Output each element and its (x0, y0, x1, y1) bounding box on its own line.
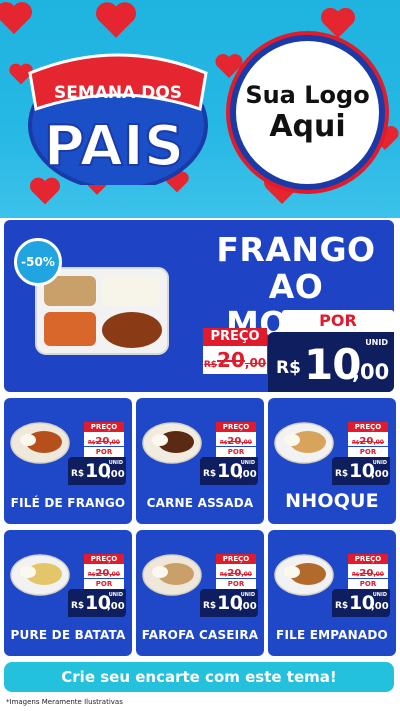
product-name: FILÉ DE FRANGO (10, 496, 126, 510)
old-price: R$20,00 (348, 564, 388, 579)
product-name: NHOQUE (285, 490, 379, 512)
product-card[interactable]: PREÇO R$20,00 POR R$ 10,00 UNID CARNE ASSADA (136, 398, 264, 524)
product-card[interactable]: PREÇO R$20,00 POR R$ 10,00 UNID FAROFA CASEIRA (136, 530, 264, 656)
currency: R$ (335, 469, 349, 479)
old-currency: R$ (203, 360, 218, 370)
preco-label: PREÇO (216, 554, 256, 564)
price-cents: ,00 (107, 469, 125, 480)
plate-icon (274, 422, 334, 464)
new-price: R$ 10,00 UNID (200, 457, 258, 485)
preco-label: PREÇO (216, 422, 256, 432)
product-card[interactable]: PREÇO R$20,00 POR R$ 10,00 UNID FILE EMPANADO (268, 530, 396, 656)
discount-badge: -50% (14, 238, 62, 286)
badge-line2: PAIS (44, 114, 184, 179)
logo-line2: Aqui (269, 108, 346, 144)
product-name: FAROFA CASEIRA (141, 628, 259, 642)
plate-icon (274, 554, 334, 596)
new-price: R$ 10,00 UNID (200, 589, 258, 617)
old-price-cents: ,00 (241, 439, 252, 446)
header-banner: SEMANA DOS PAIS Sua Logo Aqui (0, 0, 400, 218)
disclaimer-note: *Imagens Meramente Ilustrativas (6, 698, 123, 706)
new-price: R$ 10,00 UNID (332, 457, 390, 485)
old-price-cents: ,00 (244, 356, 267, 370)
badge-line1: SEMANA DOS (54, 83, 182, 103)
currency: R$ (203, 469, 217, 479)
plate-icon (10, 554, 70, 596)
plate-icon (142, 554, 202, 596)
preco-label: PREÇO (84, 554, 124, 564)
product-card[interactable]: PREÇO R$20,00 POR R$ 10,00 UNID NHOQUE (268, 398, 396, 524)
preco-label: PREÇO (84, 422, 124, 432)
old-price-cents: ,00 (373, 571, 384, 578)
new-price: R$ 10 ,00 UNID (268, 332, 394, 392)
currency: R$ (203, 601, 217, 611)
old-price-cents: ,00 (109, 439, 120, 446)
preco-label: PREÇO (348, 554, 388, 564)
price-cents: ,00 (239, 601, 257, 612)
old-price-cents: ,00 (109, 571, 120, 578)
new-price: R$ 10,00 UNID (68, 589, 126, 617)
featured-product[interactable]: -50% FRANGO AO MOLHO PREÇO R$20,00 POR R… (4, 220, 394, 392)
price-cents: ,00 (107, 601, 125, 612)
unit-label: UNID (372, 592, 387, 598)
old-price-value: 20 (359, 436, 374, 447)
unit-label: UNID (108, 592, 123, 598)
featured-title-line1: FRANGO (216, 230, 376, 269)
por-label: POR (84, 447, 124, 457)
preco-label: PREÇO (203, 328, 267, 346)
plate-icon (10, 422, 70, 464)
por-label: POR (348, 447, 388, 457)
product-name: PURE DE BATATA (10, 628, 126, 642)
old-price-value: 20 (95, 568, 110, 579)
por-label: POR (216, 447, 256, 457)
old-price: R$20,00 (84, 564, 124, 579)
unit-label: UNID (108, 460, 123, 466)
price-cents: ,00 (371, 601, 389, 612)
old-price: R$20,00 (348, 432, 388, 447)
heart-icon (96, 2, 136, 38)
unit-label: UNID (240, 592, 255, 598)
old-price-value: 20 (359, 568, 374, 579)
logo-placeholder: Sua Logo Aqui (230, 35, 385, 190)
old-price-value: 20 (227, 436, 242, 447)
unit-label: UNID (372, 460, 387, 466)
heart-icon (0, 2, 32, 34)
old-price: R$20,00 (84, 432, 124, 447)
logo-line1: Sua Logo (245, 81, 370, 110)
price-cents: ,00 (239, 469, 257, 480)
old-price-cents: ,00 (373, 439, 384, 446)
product-card[interactable]: PREÇO R$20,00 POR R$ 10,00 UNID FILÉ DE FRANGO (4, 398, 132, 524)
preco-label: PREÇO (348, 422, 388, 432)
old-price-value: 20 (217, 348, 245, 372)
por-label: POR (348, 579, 388, 589)
old-price: R$20,00 (216, 432, 256, 447)
por-label: POR (282, 310, 394, 332)
currency: R$ (71, 601, 85, 611)
unit-label: UNID (240, 460, 255, 466)
heart-icon (321, 7, 355, 39)
new-price: R$ 10,00 UNID (332, 589, 390, 617)
old-price: R$20,00 (216, 564, 256, 579)
semana-dos-pais-badge: SEMANA DOS PAIS (28, 53, 208, 185)
product-card[interactable]: PREÇO R$20,00 POR R$ 10,00 UNID PURE DE BATATA (4, 530, 132, 656)
old-price: R$20,00 (203, 346, 267, 374)
currency: R$ (276, 358, 301, 378)
plate-icon (142, 422, 202, 464)
currency: R$ (335, 601, 349, 611)
new-price: R$ 10,00 UNID (68, 457, 126, 485)
por-label: POR (84, 579, 124, 589)
cta-button[interactable]: Crie seu encarte com este tema! (4, 662, 394, 692)
old-price-value: 20 (95, 436, 110, 447)
price-cents: ,00 (352, 360, 390, 384)
old-price-value: 20 (227, 568, 242, 579)
price-cents: ,00 (371, 469, 389, 480)
old-price-cents: ,00 (241, 571, 252, 578)
currency: R$ (71, 469, 85, 479)
por-label: POR (216, 579, 256, 589)
unit-label: UNID (365, 338, 388, 347)
product-name: FILE EMPANADO (276, 628, 388, 642)
product-name: CARNE ASSADA (146, 496, 254, 510)
